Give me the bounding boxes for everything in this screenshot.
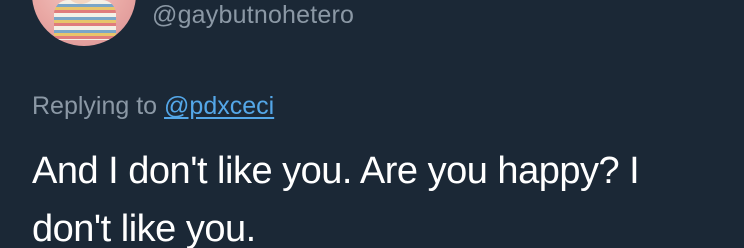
tweet-card: @gaybutnohetero Replying to @pdxceci And… xyxy=(0,0,744,248)
tweet-text: And I don't like you. Are you happy? I d… xyxy=(32,150,640,248)
replying-prefix: Replying to xyxy=(32,92,158,120)
replying-to-mention-link[interactable]: @pdxceci xyxy=(164,92,274,120)
user-handle[interactable]: @gaybutnohetero xyxy=(152,0,354,30)
avatar[interactable] xyxy=(32,0,136,46)
replying-to-line: Replying to @pdxceci xyxy=(32,91,274,121)
avatar-shirt xyxy=(54,0,116,40)
tweet-header: @gaybutnohetero xyxy=(0,0,744,60)
